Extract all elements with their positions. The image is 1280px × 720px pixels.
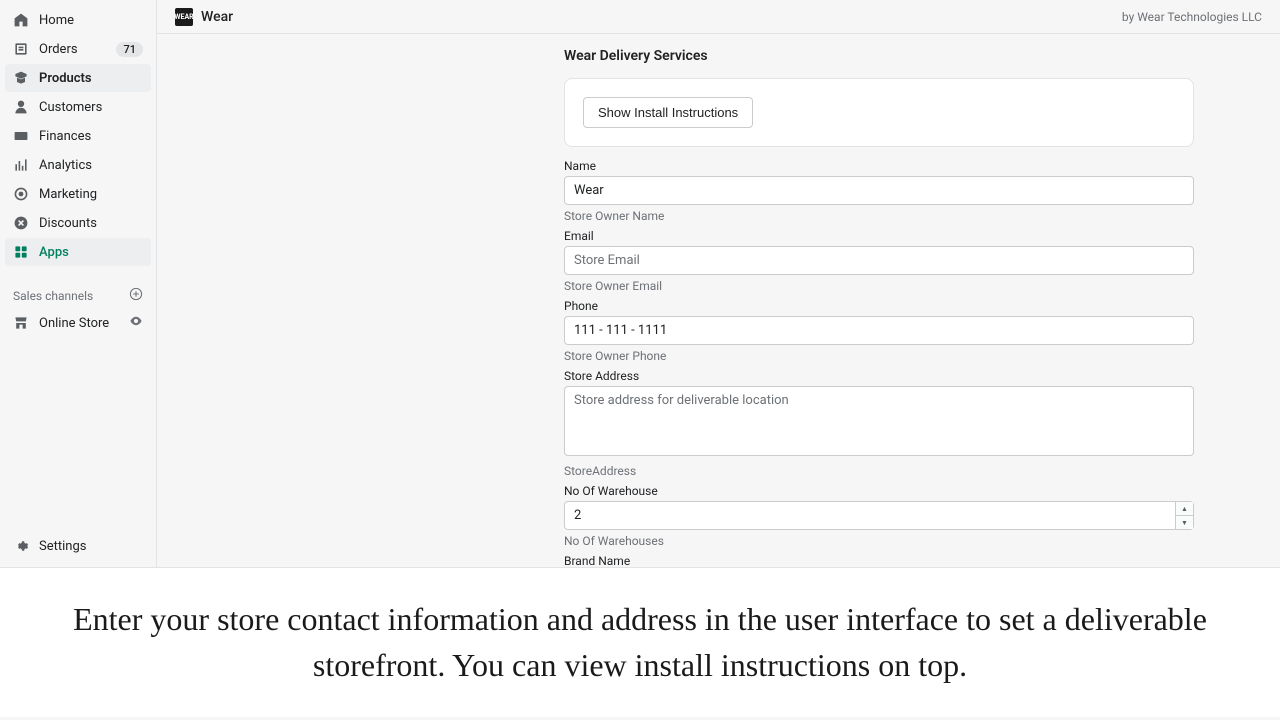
email-label: Email [564,229,1194,243]
sidebar-item-products[interactable]: Products [5,64,151,92]
install-card: Show Install Instructions [564,78,1194,147]
stepper-down-icon[interactable]: ▼ [1176,516,1193,529]
eye-icon[interactable] [129,314,143,332]
name-help: Store Owner Name [564,209,1194,223]
field-phone: Phone Store Owner Phone [564,299,1194,363]
sidebar-item-discounts[interactable]: Discounts [5,209,151,237]
analytics-icon [13,157,29,173]
gear-icon [13,538,29,554]
content: Wear Delivery Services Show Install Inst… [157,34,1280,567]
address-label: Store Address [564,369,1194,383]
discounts-icon [13,215,29,231]
warehouse-label: No Of Warehouse [564,484,1194,498]
orders-badge: 71 [116,42,143,57]
brand-label: Brand Name [564,554,1194,567]
sidebar-item-label: Finances [39,129,143,144]
show-install-button[interactable]: Show Install Instructions [583,97,753,128]
home-icon [13,12,29,28]
sidebar-item-settings[interactable]: Settings [5,532,151,560]
topbar: WEAR Wear by Wear Technologies LLC [157,0,1280,34]
field-email: Email Store Owner Email [564,229,1194,293]
address-input[interactable] [564,386,1194,456]
field-warehouse: No Of Warehouse ▲ ▼ No Of Warehouses [564,484,1194,548]
sidebar-item-online-store[interactable]: Online Store [5,308,151,338]
sidebar-item-apps[interactable]: Apps [5,238,151,266]
sidebar-item-home[interactable]: Home [5,6,151,34]
apps-icon [13,244,29,260]
app-logo: WEAR [175,8,193,26]
address-help: StoreAddress [564,464,1194,478]
app-title: Wear [201,9,233,25]
sidebar-item-label: Online Store [39,316,129,331]
sidebar-item-analytics[interactable]: Analytics [5,151,151,179]
customers-icon [13,99,29,115]
sidebar-item-finances[interactable]: Finances [5,122,151,150]
name-input[interactable] [564,176,1194,205]
sidebar-item-label: Apps [39,245,143,260]
email-input[interactable] [564,246,1194,275]
phone-label: Phone [564,299,1194,313]
sidebar-item-label: Analytics [39,158,143,173]
sidebar-item-orders[interactable]: Orders 71 [5,35,151,63]
sidebar-item-marketing[interactable]: Marketing [5,180,151,208]
app-byline: by Wear Technologies LLC [1122,10,1262,24]
field-address: Store Address StoreAddress [564,369,1194,478]
phone-input[interactable] [564,316,1194,345]
sales-channels-label: Sales channels [13,289,93,303]
name-label: Name [564,159,1194,173]
finances-icon [13,128,29,144]
warehouse-input[interactable] [564,501,1194,530]
page-title: Wear Delivery Services [564,48,1194,64]
field-name: Name Store Owner Name [564,159,1194,223]
sidebar-item-customers[interactable]: Customers [5,93,151,121]
caption-text: Enter your store contact information and… [0,568,1280,717]
phone-help: Store Owner Phone [564,349,1194,363]
warehouse-help: No Of Warehouses [564,534,1194,548]
sidebar-item-label: Settings [39,539,143,554]
marketing-icon [13,186,29,202]
sidebar-item-label: Orders [39,42,116,57]
number-steppers: ▲ ▼ [1175,502,1193,529]
products-icon [13,70,29,86]
stepper-up-icon[interactable]: ▲ [1176,502,1193,516]
field-brand: Brand Name [564,554,1194,567]
sidebar-item-label: Marketing [39,187,143,202]
email-help: Store Owner Email [564,279,1194,293]
store-icon [13,315,29,331]
sidebar-item-label: Products [39,71,143,86]
add-channel-icon[interactable] [129,287,143,304]
sidebar-item-label: Customers [39,100,143,115]
orders-icon [13,41,29,57]
sales-channels-header: Sales channels [5,277,151,308]
sidebar-item-label: Discounts [39,216,143,231]
main: WEAR Wear by Wear Technologies LLC Wear … [157,0,1280,567]
sidebar-item-label: Home [39,13,143,28]
sidebar: Home Orders 71 Products Customers Financ… [0,0,157,567]
